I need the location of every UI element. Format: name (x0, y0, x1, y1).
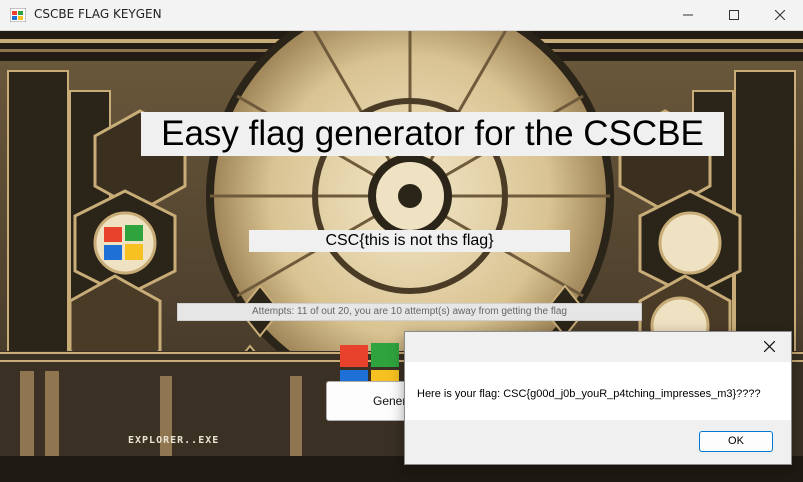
dialog-footer: OK (405, 420, 791, 464)
flag-message-dialog: Here is your flag: CSC{g00d_j0b_youR_p4t… (404, 331, 792, 465)
flag-output-label: CSC{this is not ths flag} (249, 230, 570, 252)
ok-button[interactable]: OK (699, 431, 773, 452)
dialog-body: Here is your flag: CSC{g00d_j0b_youR_p4t… (405, 362, 791, 420)
close-button[interactable] (757, 0, 803, 30)
close-icon (764, 341, 775, 352)
background-caption: EXPLORER..EXE (128, 435, 220, 446)
heading-panel: Easy flag generator for the CSCBE (141, 112, 724, 156)
windows-app-icon (10, 8, 26, 22)
minimize-icon (683, 14, 693, 16)
attempts-status-label: Attempts: 11 of out 20, you are 10 attem… (177, 303, 642, 321)
maximize-icon (729, 10, 739, 20)
page-title: Easy flag generator for the CSCBE (161, 114, 704, 153)
minimize-button[interactable] (665, 0, 711, 30)
title-bar: CSCBE FLAG KEYGEN (0, 0, 803, 31)
dialog-title-bar (405, 332, 791, 362)
window-title: CSCBE FLAG KEYGEN (34, 7, 162, 21)
maximize-button[interactable] (711, 0, 757, 30)
dialog-message: Here is your flag: CSC{g00d_j0b_youR_p4t… (417, 388, 761, 400)
close-icon (775, 10, 785, 20)
dialog-close-button[interactable] (747, 332, 791, 362)
